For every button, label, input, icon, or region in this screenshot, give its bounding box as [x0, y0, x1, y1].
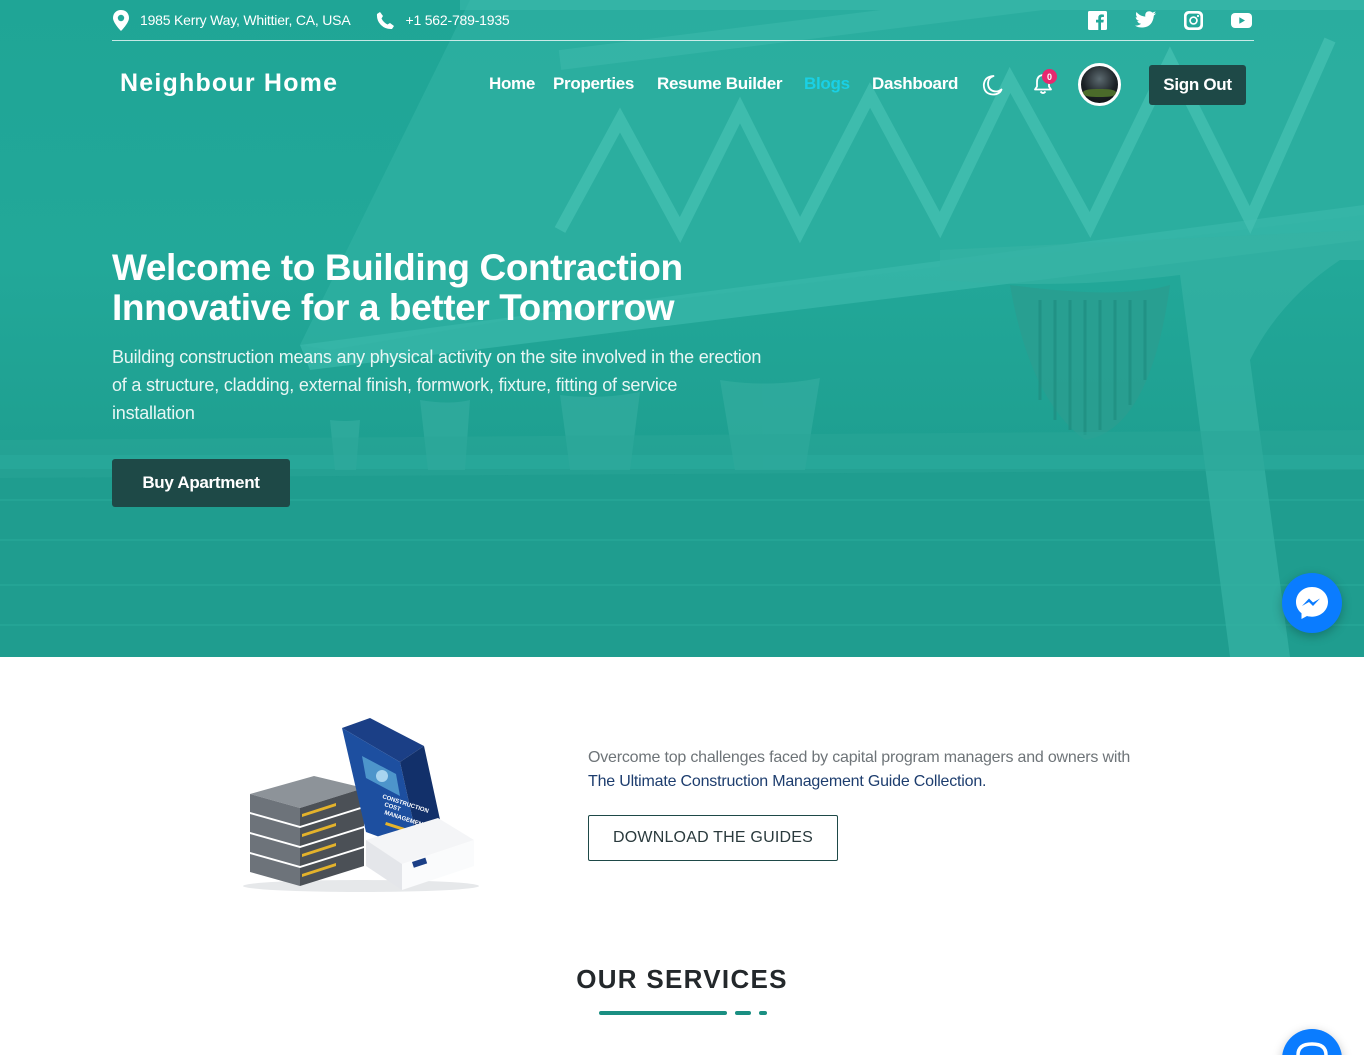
dark-mode-toggle-icon[interactable] — [982, 74, 1004, 101]
chat-bubble-icon — [1296, 1042, 1328, 1055]
nav-blogs[interactable]: Blogs — [804, 74, 850, 94]
secondary-chat-button[interactable] — [1282, 1029, 1342, 1055]
address-text: 1985 Kerry Way, Whittier, CA, USA — [140, 12, 351, 28]
hero-section: 1985 Kerry Way, Whittier, CA, USA +1 562… — [0, 0, 1364, 657]
nav-dashboard[interactable]: Dashboard — [872, 74, 958, 94]
hero-description: Building construction means any physical… — [112, 347, 762, 423]
hero-title-line-1: Welcome to Building Contraction — [112, 247, 683, 288]
nav-home[interactable]: Home — [489, 74, 535, 94]
phone-icon — [377, 11, 395, 29]
top-info-bar: 1985 Kerry Way, Whittier, CA, USA +1 562… — [112, 0, 1254, 41]
download-guides-button[interactable]: DOWNLOAD THE GUIDES — [588, 815, 838, 861]
main-navbar: Neighbour Home Home Properties Resume Bu… — [0, 41, 1364, 129]
facebook-icon[interactable] — [1087, 10, 1108, 31]
instagram-icon[interactable] — [1183, 10, 1204, 31]
messenger-icon — [1296, 587, 1328, 619]
nav-resume-builder[interactable]: Resume Builder — [657, 74, 783, 94]
guide-description: Overcome top challenges faced by capital… — [588, 746, 1208, 794]
youtube-icon[interactable] — [1231, 10, 1252, 31]
brand-logo[interactable]: Neighbour Home — [120, 69, 338, 98]
guide-books-image: CONSTRUCTION COST MANAGEMENT — [243, 718, 479, 892]
services-title: OUR SERVICES — [576, 964, 788, 994]
phone-text: +1 562-789-1935 — [405, 12, 510, 28]
notification-count-badge: 0 — [1042, 69, 1057, 84]
services-title-underline-dot — [759, 1011, 767, 1015]
messenger-chat-button[interactable] — [1282, 573, 1342, 633]
hero-title-line-2: Innovative for a better Tomorrow — [112, 287, 675, 328]
location-pin-icon — [113, 9, 129, 31]
address-info: 1985 Kerry Way, Whittier, CA, USA — [112, 9, 351, 31]
nav-properties[interactable]: Properties — [553, 74, 634, 94]
user-avatar[interactable] — [1078, 63, 1121, 106]
services-title-underline — [599, 1011, 727, 1015]
sign-out-button[interactable]: Sign Out — [1149, 65, 1246, 105]
phone-info: +1 562-789-1935 — [376, 11, 510, 30]
social-links — [1087, 10, 1254, 31]
buy-apartment-button[interactable]: Buy Apartment — [112, 459, 290, 507]
twitter-icon[interactable] — [1135, 10, 1156, 31]
services-title-underline-dash — [735, 1011, 751, 1015]
guide-intro-text: Overcome top challenges faced by capital… — [588, 749, 1131, 766]
guide-highlight-link[interactable]: The Ultimate Construction Management Gui… — [588, 770, 1208, 794]
hero-title: Welcome to Building Contraction Innovati… — [112, 248, 812, 328]
